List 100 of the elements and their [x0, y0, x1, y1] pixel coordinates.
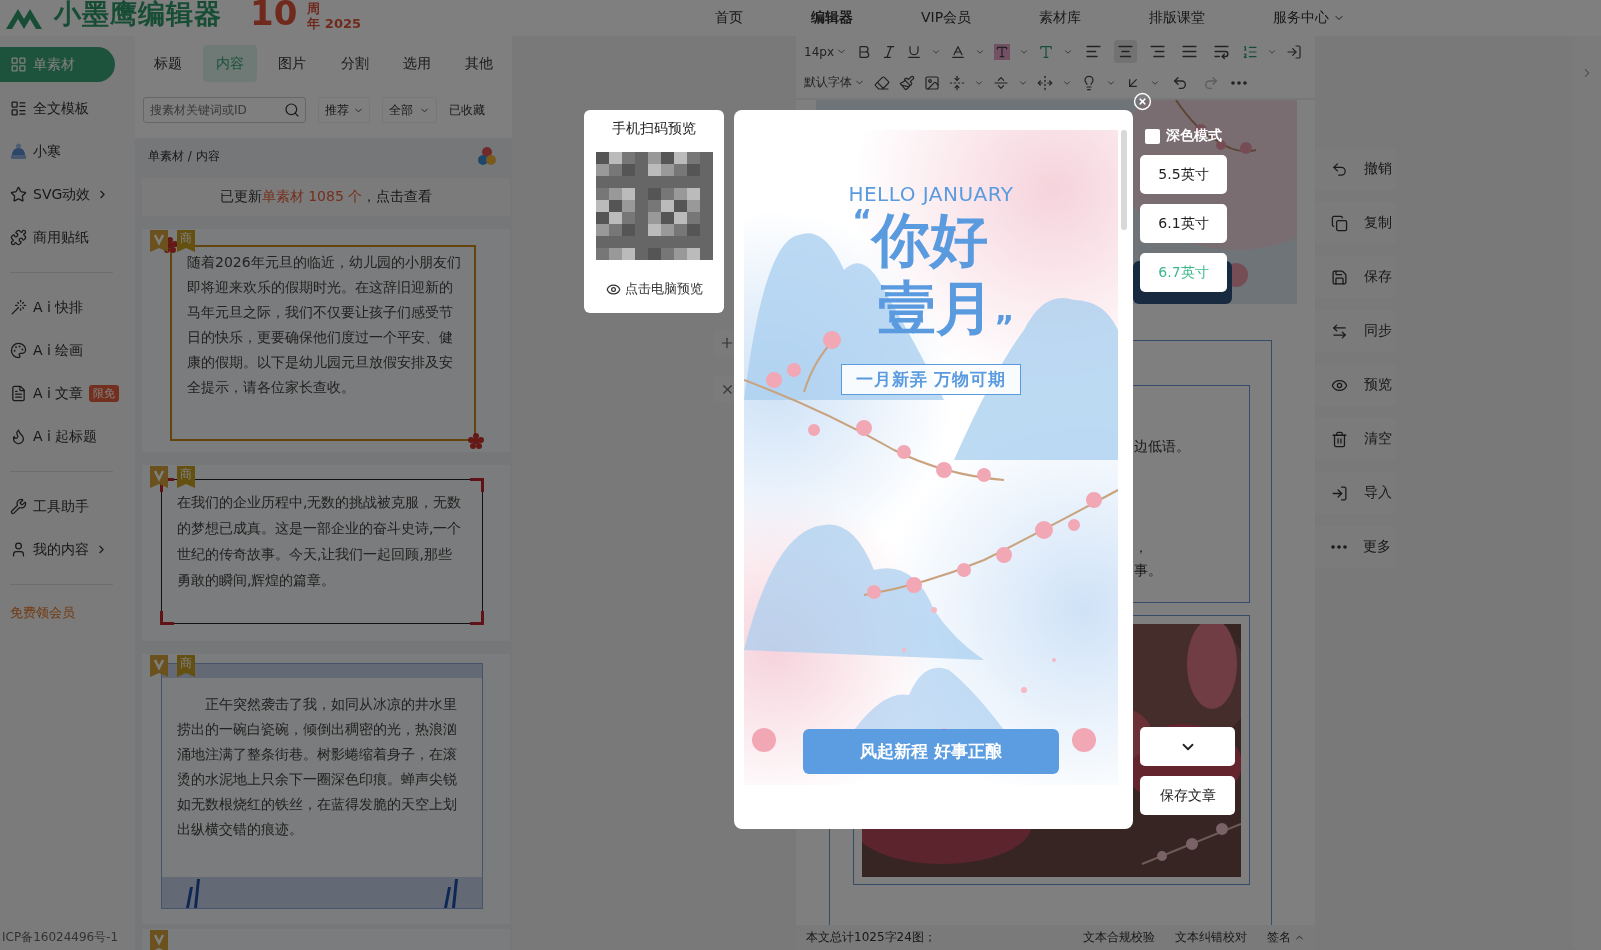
ribbon-icon	[150, 930, 168, 950]
tab[interactable]: 分割	[327, 45, 382, 82]
material-card[interactable]: 商 随着2026年元旦的临近，幼儿园的小朋友们即将迎来欢乐的假期时光。在这辞旧迎新的马年元旦之际，我们不仅要让孩子们感受节日的快乐，更要确保他们度过一个平安、健康的假期。以下是幼儿园元旦放假安排及安全提示，请各位家长查收。	[142, 229, 510, 452]
italic-icon[interactable]	[881, 43, 897, 60]
bold-icon[interactable]	[856, 43, 872, 60]
flower-icon	[468, 433, 484, 449]
corner-bracket	[470, 478, 484, 492]
tag: 商	[177, 230, 195, 252]
bulb-icon[interactable]	[1081, 74, 1097, 91]
puzzle-icon	[10, 229, 27, 246]
undo-icon	[1172, 74, 1188, 91]
spacing-icon[interactable]	[949, 74, 965, 91]
nav-link[interactable]: VIP会员	[887, 9, 1006, 27]
body-text: 事。	[1134, 561, 1163, 580]
anniversary-number: 10	[250, 0, 298, 31]
document-icon	[10, 385, 27, 402]
status-link[interactable]: 文本合规校验	[1083, 929, 1155, 946]
sidebar-item[interactable]: 商用贴纸	[0, 216, 135, 259]
exit-icon[interactable]	[1286, 43, 1302, 60]
sidebar-item[interactable]: 小寒	[0, 130, 135, 173]
star-icon	[10, 186, 27, 203]
undo-icon	[1331, 160, 1348, 178]
grid-icon	[10, 56, 27, 73]
search-icon	[284, 102, 300, 118]
align-justify-icon	[1181, 43, 1198, 60]
material-card[interactable]: 商 正午突然袭击了我，如同从冰凉的井水里捞出的一碗白瓷碗，倾倒出稠密的光，热浪汹涌地注满了整条街巷。树影蜷缩着身子，在滚烫的水泥地上只余下一圈深色印痕。蝉声尖锐如无数根烧红的铁丝，在蓝得发脆的天空上划出纵横交错的痕迹。	[142, 654, 510, 924]
body-text: ，	[1134, 538, 1149, 557]
align-right-icon	[1149, 43, 1166, 60]
flower-icon	[162, 237, 178, 253]
body-text: 边低语。	[1134, 437, 1191, 456]
brush-icon[interactable]	[899, 74, 915, 91]
nav-link[interactable]: 首页	[681, 9, 777, 27]
wrench-icon	[10, 498, 27, 515]
paragraph: 随着2026年元旦的临近，幼儿园的小朋友们即将迎来欢乐的假期时光。在这辞旧迎新的马年元旦之际，我们不仅要让孩子们感受节日的快乐，更要确保他们度过一个平安、健康的假期。以下是幼儿园元旦放假安排及安全提示，请各位家长查收。	[187, 253, 462, 398]
sidebar-item[interactable]: A i 快排	[0, 286, 135, 329]
text-effect-icon[interactable]	[1038, 43, 1054, 60]
wand-icon	[10, 299, 27, 316]
nav-link[interactable]: 素材库	[1005, 9, 1116, 27]
eraser-icon[interactable]	[874, 74, 890, 91]
user-icon	[10, 541, 27, 558]
save-article-button[interactable]: 保存文章	[1140, 776, 1235, 815]
line-spacing-icon[interactable]	[1242, 43, 1258, 60]
status-link[interactable]: 文本纠错校对	[1175, 929, 1247, 946]
indent-icon[interactable]	[1037, 74, 1053, 91]
favorites-link[interactable]: 已收藏	[449, 101, 485, 119]
anniversary-text: 年 2025	[307, 16, 362, 31]
sidebar-item[interactable]: 我的内容	[0, 528, 135, 571]
anniversary-text: 周	[307, 1, 322, 16]
tab[interactable]: 图片	[265, 45, 320, 82]
tab[interactable]: 标题	[141, 45, 195, 82]
sidebar-item[interactable]: SVG动效	[0, 173, 135, 216]
sidebar-item[interactable]: 全文模板	[0, 87, 135, 130]
indent-icon	[1213, 43, 1230, 60]
filter-dropdown[interactable]: 推荐	[318, 97, 370, 123]
redo-icon	[1203, 74, 1219, 91]
nav-link[interactable]: 编辑器	[777, 9, 887, 27]
tab[interactable]: 其他	[451, 45, 506, 82]
font-color-icon[interactable]	[950, 43, 966, 60]
palette-icon	[10, 342, 27, 359]
paragraph: 正午突然袭击了我，如同从冰凉的井水里捞出的一碗白瓷碗，倾倒出稠密的光，热浪汹涌地注满了整条街巷。树影蜷缩着身子，在滚烫的水泥地上只余下一圈深色印痕。蝉声尖锐如无数根烧红的铁丝，在蓝得发脆的天空上划出纵横交错的痕迹。	[177, 695, 458, 840]
highlight-icon[interactable]	[994, 43, 1010, 60]
material-card[interactable]: 商 在我们的企业历程中,无数的挑战被克服，无数的梦想已成真。这是一部企业的奋斗史诗,一个世纪的传奇故事。今天,让我们一起回顾,那些勇敢的瞬间,辉煌的篇章。	[142, 465, 510, 641]
breadcrumb: 单素材 / 内容	[148, 147, 220, 165]
more-icon[interactable]	[1331, 545, 1347, 549]
font-size-dropdown[interactable]: 14px	[804, 44, 847, 59]
sidebar-item[interactable]: A i 文章 限免	[0, 372, 135, 415]
badge: 限免	[89, 385, 120, 402]
flame-icon	[10, 428, 27, 445]
layout-icon	[10, 100, 27, 117]
paragraph: 在我们的企业历程中,无数的挑战被克服，无数的梦想已成真。这是一部企业的奋斗史诗,一个世纪的传奇故事。今天,让我们一起回顾,那些勇敢的瞬间,辉煌的篇章。	[177, 493, 463, 591]
filter-dropdown[interactable]: 全部	[382, 97, 437, 123]
search-field[interactable]: 搜素材关键词或ID	[143, 97, 306, 123]
corner-bracket	[470, 611, 484, 625]
save-icon	[1331, 268, 1348, 286]
ribbon-icon	[150, 230, 168, 252]
footer-text: ICP备16024496号-1	[1, 929, 120, 946]
promo-link[interactable]: 免费领会员	[0, 598, 135, 628]
nav-link[interactable]: 排版课堂	[1115, 9, 1240, 27]
divider-icon[interactable]	[993, 74, 1009, 91]
font-family-dropdown[interactable]: 默认字体	[804, 74, 865, 91]
align-center-button[interactable]	[1114, 40, 1137, 63]
tab[interactable]: 选用	[389, 45, 444, 82]
align-left-icon	[1085, 43, 1102, 60]
trash-icon	[1331, 430, 1348, 448]
sidebar-item[interactable]: A i 绘画	[0, 329, 135, 372]
plus-icon	[719, 335, 735, 351]
signature-menu[interactable]: 签名	[1267, 929, 1305, 946]
beanie-icon	[10, 143, 27, 160]
eye-icon	[605, 281, 621, 297]
ribbon-icon	[150, 466, 168, 488]
more-icon[interactable]	[1231, 80, 1247, 85]
image-icon[interactable]	[924, 74, 940, 91]
desktop-preview-link[interactable]: 点击电脑预览	[605, 280, 703, 298]
sidebar-item[interactable]: 单素材	[0, 47, 115, 82]
ribbon-icon	[150, 655, 168, 677]
update-notice[interactable]: 已更新单素材 1085 个，点击查看	[142, 178, 510, 216]
sidebar-item[interactable]: A i 起标题	[0, 415, 135, 458]
sidebar-item[interactable]: 工具助手	[0, 485, 135, 528]
underline-icon[interactable]	[906, 43, 922, 60]
nav-link[interactable]: 服务中心	[1239, 9, 1380, 27]
